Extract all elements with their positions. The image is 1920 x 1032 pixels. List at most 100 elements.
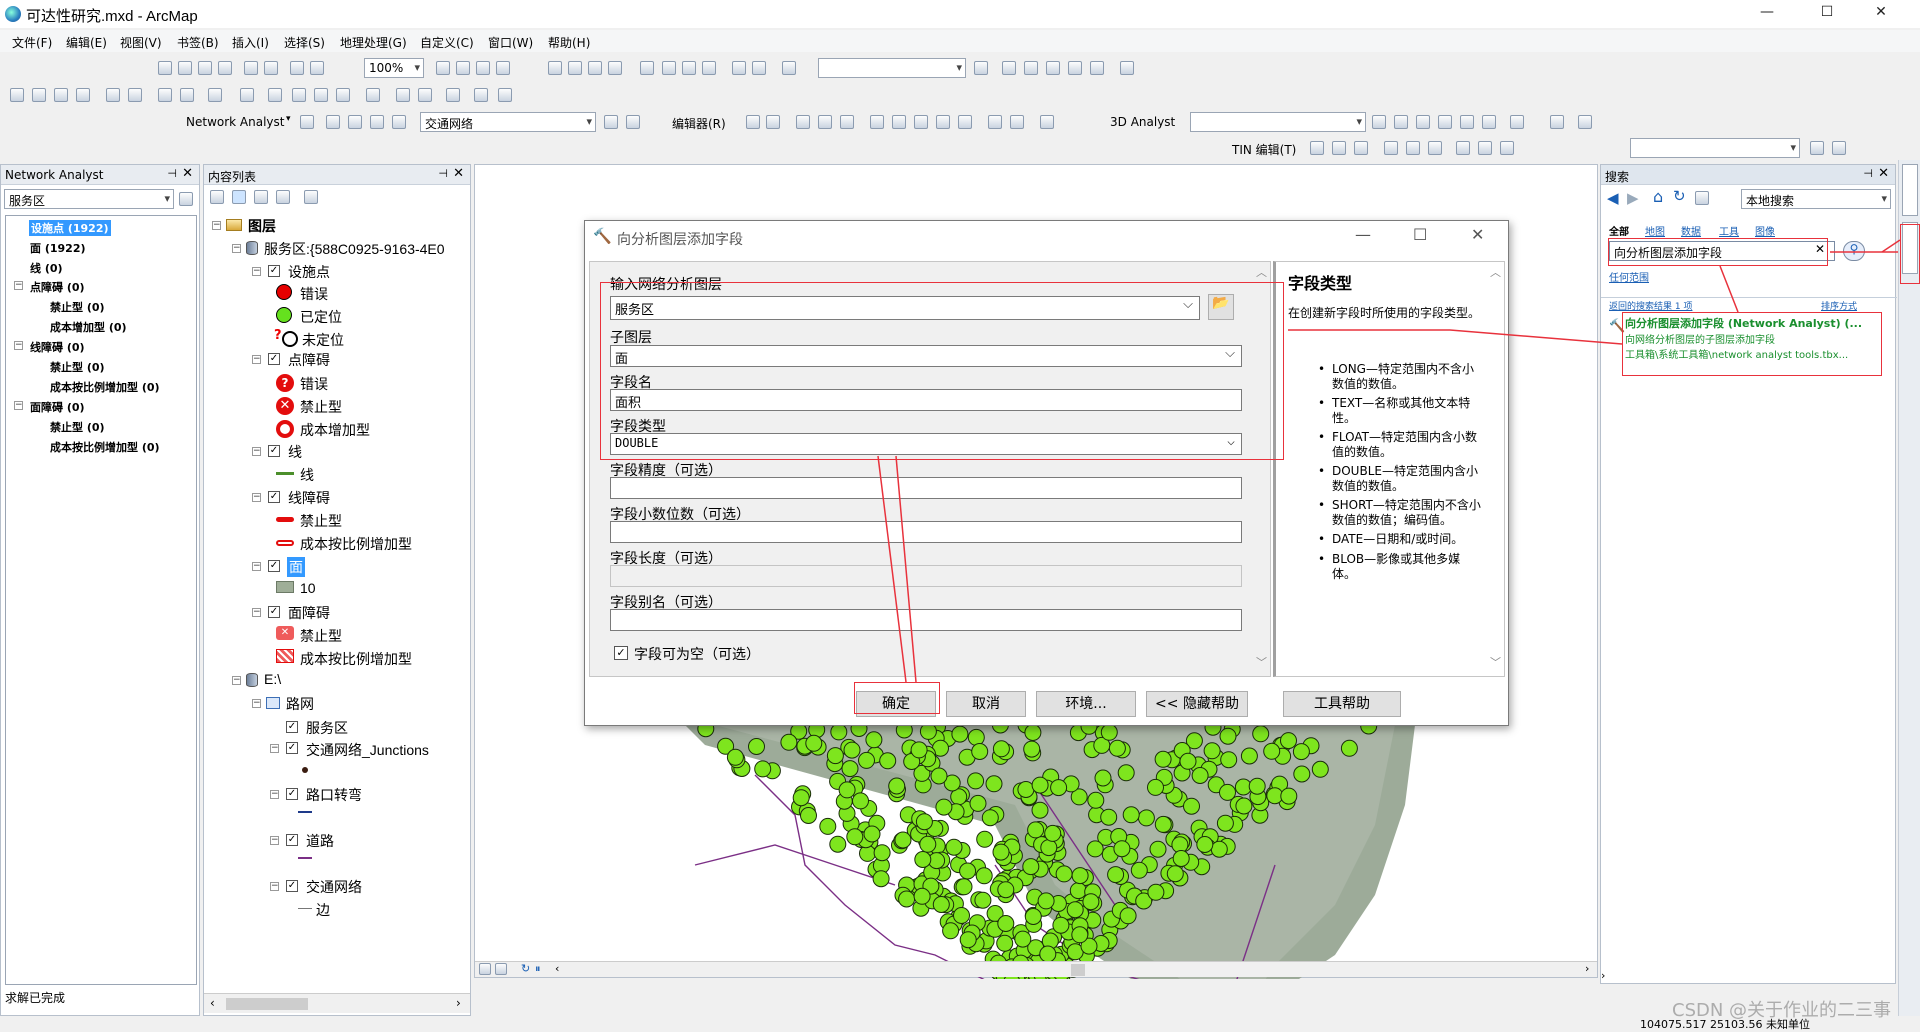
page-icon[interactable]: [264, 61, 278, 75]
list-by-visibility-icon[interactable]: [254, 190, 268, 204]
list-by-selection-icon[interactable]: [276, 190, 290, 204]
toc-facilities[interactable]: 设施点: [288, 262, 330, 282]
list-by-drawing-order-icon[interactable]: [210, 190, 224, 204]
na-item-pgb-scaled-cost[interactable]: 成本按比例增加型 (0): [50, 439, 160, 455]
go-forward-icon[interactable]: [218, 61, 232, 75]
data-view-icon[interactable]: [479, 963, 491, 975]
model-builder-icon[interactable]: [1120, 61, 1134, 75]
forward-arrow-icon[interactable]: [180, 88, 194, 102]
sublayer-dropdown[interactable]: 面: [610, 345, 1242, 367]
catalog-icon[interactable]: [1024, 61, 1038, 75]
find-route-icon[interactable]: [418, 88, 432, 102]
collapse-icon[interactable]: −: [270, 836, 279, 845]
close-window-button[interactable]: ✕: [1866, 4, 1896, 24]
tin-extra2-icon[interactable]: [1832, 141, 1846, 155]
search-input[interactable]: 向分析图层添加字段: [1609, 241, 1835, 261]
close-icon[interactable]: ✕: [453, 166, 464, 181]
select-move-location-icon[interactable]: [348, 115, 362, 129]
create-network-location-icon[interactable]: [326, 115, 340, 129]
collapse-icon[interactable]: −: [270, 790, 279, 799]
straight-segment-icon[interactable]: [796, 115, 810, 129]
edit-annotation-icon[interactable]: [766, 115, 780, 129]
split-icon[interactable]: [936, 115, 950, 129]
field-precision-input[interactable]: [610, 477, 1242, 499]
close-icon[interactable]: ✕: [1878, 166, 1889, 181]
collapse-icon[interactable]: −: [232, 676, 241, 685]
go-to-xy-icon[interactable]: [446, 88, 460, 102]
toc-lines[interactable]: 线: [288, 442, 302, 462]
zoom-percent-combo[interactable]: 100%: [364, 58, 424, 78]
paste-icon[interactable]: [682, 61, 696, 75]
na-layer-properties-icon[interactable]: [179, 192, 193, 206]
search-tab-data[interactable]: 数据: [1681, 223, 1701, 238]
interpolate-polygon-icon[interactable]: [1482, 115, 1496, 129]
layer-visibility-checkbox[interactable]: ✓: [268, 445, 280, 457]
tin-node-tag-icon[interactable]: [1500, 141, 1514, 155]
layer-visibility-checkbox[interactable]: ✓: [286, 721, 298, 733]
layer-visibility-checkbox[interactable]: ✓: [268, 606, 280, 618]
layer-visibility-checkbox[interactable]: ✓: [286, 788, 298, 800]
toc-polygons[interactable]: 面: [287, 557, 305, 577]
toc-ds-turns[interactable]: 路口转弯: [306, 785, 362, 805]
na-item-line-barriers[interactable]: 线障碍 (0): [30, 339, 85, 355]
field-scale-input[interactable]: [610, 521, 1242, 543]
toc-ds-roads[interactable]: 道路: [306, 831, 334, 851]
layout-view-icon[interactable]: [495, 963, 507, 975]
undo-icon[interactable]: [732, 61, 746, 75]
catalog-dock-tab[interactable]: [1902, 164, 1918, 216]
field-alias-input[interactable]: [610, 609, 1242, 631]
layer-visibility-checkbox[interactable]: ✓: [268, 560, 280, 572]
search-go-icon[interactable]: ⚲: [1843, 241, 1865, 261]
scroll-down-icon[interactable]: ﹀: [1256, 654, 1267, 670]
dialog-minimize-button[interactable]: —: [1355, 225, 1371, 244]
menu-windows[interactable]: 窗口(W): [488, 34, 533, 51]
tool-help-button[interactable]: 工具帮助: [1283, 691, 1401, 717]
collapse-icon[interactable]: −: [232, 244, 241, 253]
collapse-icon[interactable]: −: [270, 744, 279, 753]
go-back-icon[interactable]: [198, 61, 212, 75]
fixed-zoom-in-icon[interactable]: [106, 88, 120, 102]
search-window-icon[interactable]: [1046, 61, 1060, 75]
toc-options-icon[interactable]: [304, 190, 318, 204]
find-icon[interactable]: [396, 88, 410, 102]
zoom-in-icon[interactable]: [10, 88, 24, 102]
tin-layer-combo[interactable]: [1630, 138, 1800, 158]
interpolate-line-icon[interactable]: [1460, 115, 1474, 129]
copy-icon[interactable]: [662, 61, 676, 75]
html-popup-icon[interactable]: [336, 88, 350, 102]
tin-add-polygon-icon[interactable]: [1354, 141, 1368, 155]
map-horizontal-scrollbar[interactable]: ↻ ⏸ ‹ ›: [475, 961, 1597, 977]
layer-visibility-checkbox[interactable]: ✓: [268, 491, 280, 503]
maximize-button[interactable]: ☐: [1812, 4, 1842, 24]
home-icon[interactable]: ⌂: [1653, 187, 1663, 206]
scroll-right-icon[interactable]: ›: [1585, 962, 1589, 975]
redo-icon[interactable]: [752, 61, 766, 75]
na-item-pb-restriction[interactable]: 禁止型 (0): [50, 299, 105, 315]
save-icon[interactable]: [588, 61, 602, 75]
clear-selection-icon[interactable]: [240, 88, 254, 102]
field-type-dropdown[interactable]: DOUBLE: [610, 433, 1242, 455]
fixed-zoom-out-icon[interactable]: [128, 88, 142, 102]
forward-arrow-icon[interactable]: ▶: [1627, 189, 1639, 207]
close-icon[interactable]: ✕: [182, 166, 193, 181]
menu-help[interactable]: 帮助(H): [548, 34, 590, 51]
create-viewer-icon[interactable]: [498, 88, 512, 102]
select-features-icon[interactable]: [208, 88, 222, 102]
time-slider-icon[interactable]: [474, 88, 488, 102]
scroll-left-icon[interactable]: ‹: [555, 962, 559, 975]
toc-horizontal-scrollbar[interactable]: ‹ ›: [204, 993, 470, 1013]
directions-icon[interactable]: [392, 115, 406, 129]
scroll-thumb[interactable]: [226, 998, 308, 1010]
na-item-lb-restriction[interactable]: 禁止型 (0): [50, 359, 105, 375]
measure-icon[interactable]: [366, 88, 380, 102]
collapse-icon[interactable]: −: [270, 882, 279, 891]
zoom-whole-page-icon[interactable]: [310, 61, 324, 75]
toc-root-layers[interactable]: 图层: [248, 216, 276, 236]
toc-service-area-group[interactable]: 服务区:{588C0925-9163-4E0: [264, 239, 445, 259]
solve-icon[interactable]: [370, 115, 384, 129]
pin-icon[interactable]: ⊣: [167, 167, 177, 180]
tin-delete-node-icon[interactable]: [1384, 141, 1398, 155]
collapse-icon[interactable]: −: [252, 447, 261, 456]
scroll-thumb[interactable]: [1071, 964, 1085, 976]
collapse-icon[interactable]: −: [14, 281, 23, 290]
